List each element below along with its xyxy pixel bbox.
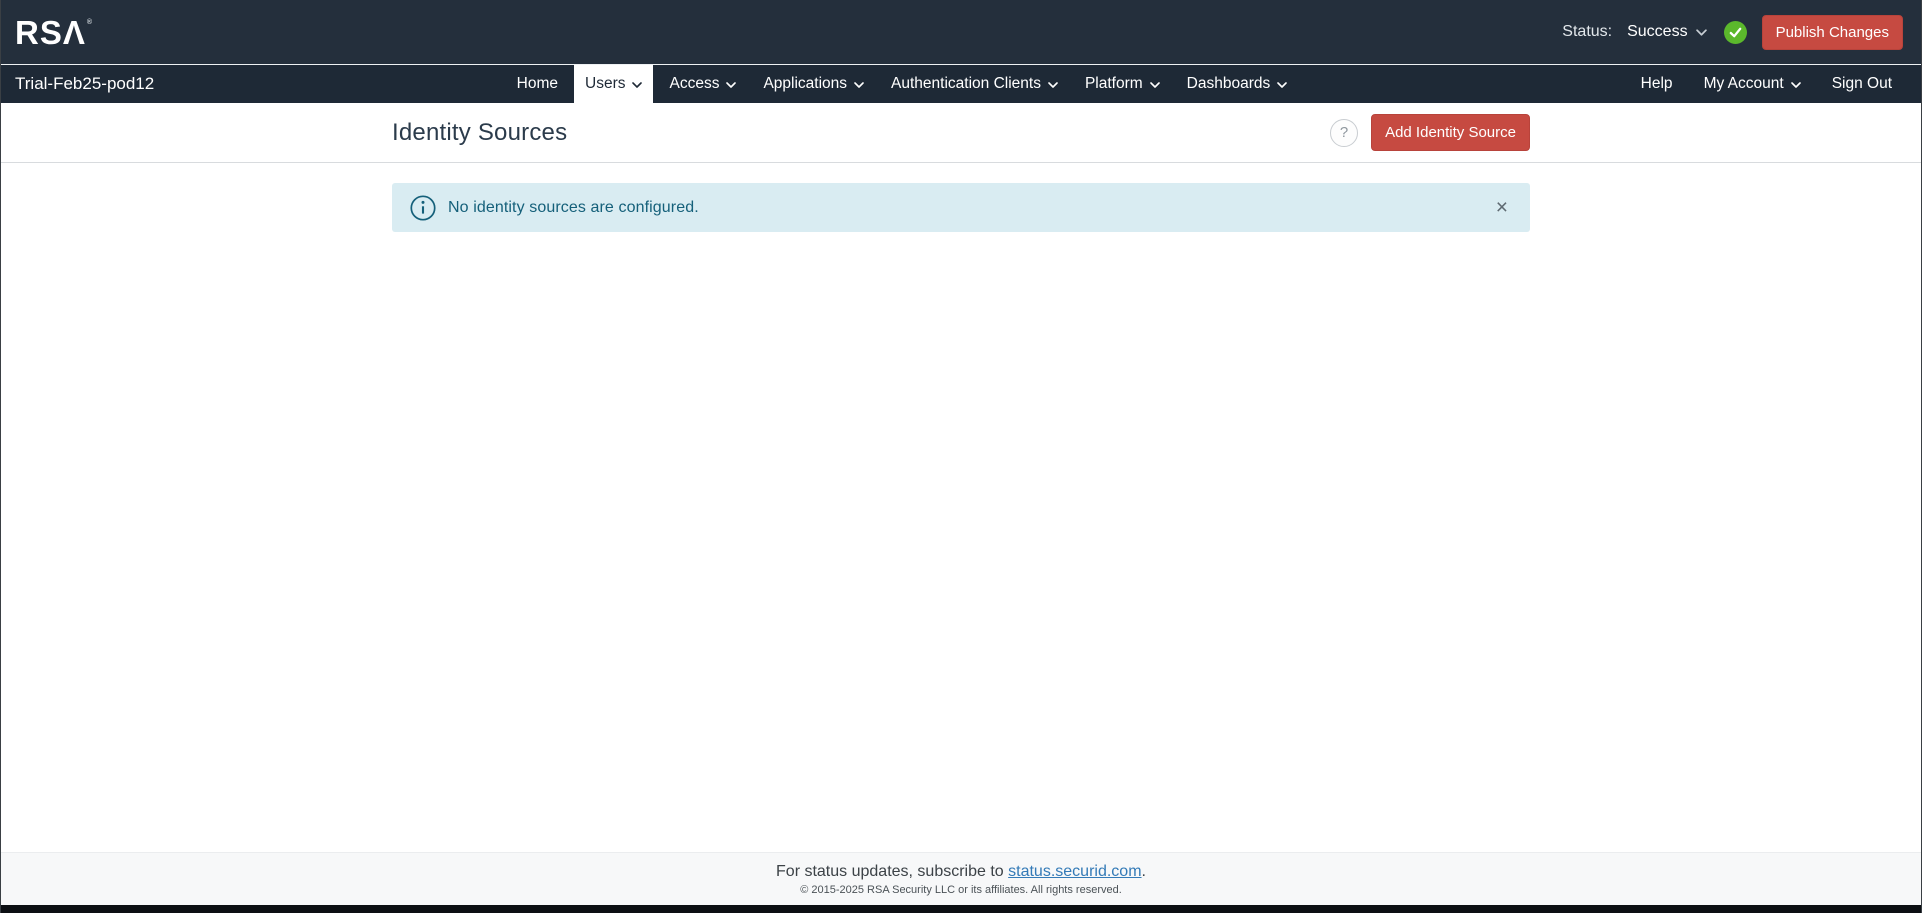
nav-item-access[interactable]: Access (658, 65, 747, 103)
main-navbar: Trial-Feb25-pod12 Home Users Access Appl… (1, 65, 1921, 103)
nav-item-applications[interactable]: Applications (752, 65, 875, 103)
rsa-logo: RSΛ® (15, 16, 93, 49)
nav-item-home[interactable]: Home (506, 65, 569, 103)
trademark-mark: ® (87, 19, 93, 26)
status-value: Success (1627, 23, 1687, 41)
chevron-down-icon (1277, 75, 1287, 93)
chevron-down-icon (726, 75, 736, 93)
chevron-down-icon (854, 75, 864, 93)
footer-status-suffix: . (1142, 863, 1146, 880)
chevron-down-icon (1696, 23, 1707, 41)
chevron-down-icon (1791, 75, 1801, 93)
chevron-down-icon (632, 75, 642, 93)
nav-item-dashboards[interactable]: Dashboards (1176, 65, 1299, 103)
bottom-window-strip (1, 905, 1921, 913)
nav-right: Help My Account Sign Out (1630, 65, 1903, 103)
tenant-name: Trial-Feb25-pod12 (15, 74, 154, 94)
nav-center: Home Users Access Applications Authentic… (174, 65, 1629, 103)
main-content: No identity sources are configured. × (1, 163, 1921, 852)
nav-item-platform[interactable]: Platform (1074, 65, 1171, 103)
topbar-actions: Status: Success Publish Changes (1562, 15, 1903, 50)
app-window: RSΛ® Status: Success Publish Changes Tri… (0, 0, 1922, 913)
rsa-logo-text: RSΛ (15, 16, 86, 49)
nav-item-help[interactable]: Help (1630, 65, 1684, 103)
footer-status-prefix: For status updates, subscribe to (776, 863, 1008, 880)
publish-changes-button[interactable]: Publish Changes (1762, 15, 1903, 50)
page-header-actions: ? Add Identity Source (1330, 114, 1530, 151)
status-success-icon (1724, 21, 1747, 44)
nav-item-my-account[interactable]: My Account (1693, 65, 1812, 103)
alert-message: No identity sources are configured. (448, 199, 699, 217)
topbar: RSΛ® Status: Success Publish Changes (1, 0, 1921, 65)
info-alert: No identity sources are configured. × (392, 183, 1530, 232)
footer-status-line: For status updates, subscribe to status.… (776, 863, 1146, 881)
copyright-notice: © 2015-2025 RSA Security LLC or its affi… (800, 884, 1122, 896)
info-icon (410, 195, 436, 221)
status-label: Status: (1562, 23, 1612, 41)
footer: For status updates, subscribe to status.… (1, 852, 1921, 905)
help-icon[interactable]: ? (1330, 119, 1358, 147)
chevron-down-icon (1150, 75, 1160, 93)
page-header: Identity Sources ? Add Identity Source (1, 103, 1921, 163)
page-title: Identity Sources (392, 119, 567, 147)
add-identity-source-button[interactable]: Add Identity Source (1371, 114, 1530, 151)
nav-item-users[interactable]: Users (574, 65, 653, 103)
status-dropdown[interactable]: Success (1627, 23, 1706, 41)
nav-item-sign-out[interactable]: Sign Out (1821, 65, 1903, 103)
status-securid-link[interactable]: status.securid.com (1008, 863, 1141, 880)
close-icon[interactable]: × (1492, 195, 1512, 220)
chevron-down-icon (1048, 75, 1058, 93)
nav-item-authentication-clients[interactable]: Authentication Clients (880, 65, 1069, 103)
